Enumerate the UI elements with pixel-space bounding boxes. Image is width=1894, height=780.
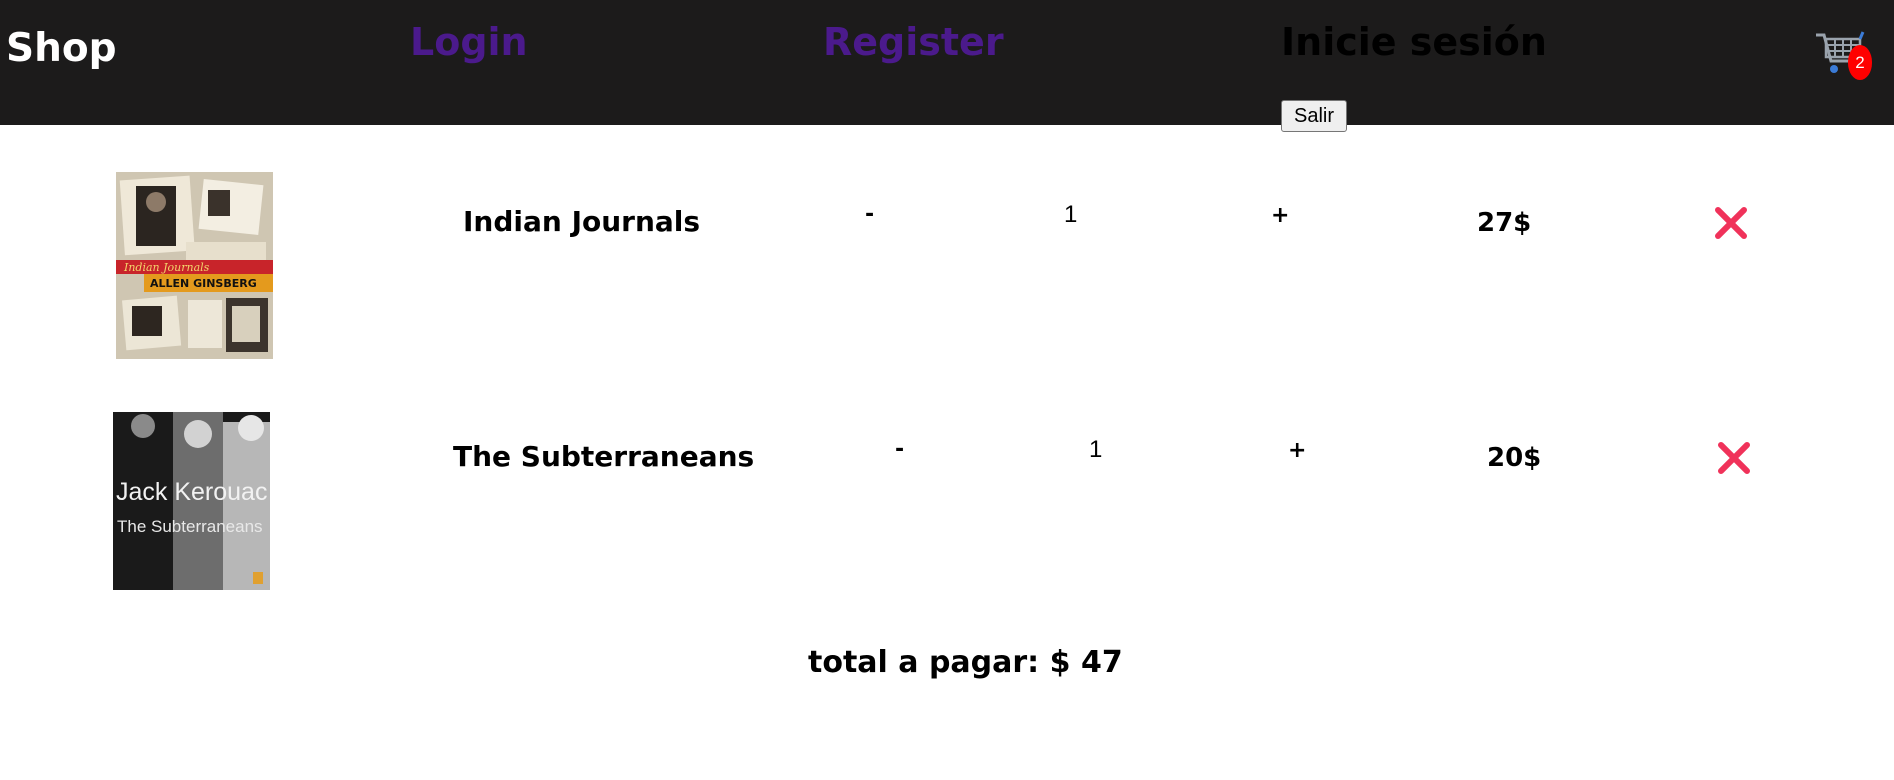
item-title: The Subterraneans [453,440,755,473]
total-label: total a pagar: [808,645,1040,680]
book-cover-image: Indian Journals ALLEN GINSBERG [116,172,273,359]
total-value: $ 47 [1049,645,1123,680]
increment-button[interactable]: + [1288,438,1306,463]
remove-item-icon[interactable] [1713,205,1749,241]
brand-logo[interactable]: Shop [6,26,117,71]
book-cover-image: Jack Kerouac The Subterraneans [113,412,270,590]
login-link[interactable]: Login [410,20,528,64]
remove-item-icon[interactable] [1716,440,1752,476]
register-link[interactable]: Register [823,20,1004,64]
item-title: Indian Journals [463,205,701,238]
item-price: 27$ [1477,208,1532,238]
increment-button[interactable]: + [1271,203,1289,228]
session-heading: Inicie sesión [1281,20,1547,64]
cart-count-badge: 2 [1848,45,1872,80]
decrement-button[interactable]: - [865,202,874,227]
cover-title-text: Indian Journals [123,261,210,274]
cart-total: total a pagar: $ 47 [808,645,1123,680]
quantity-value: 1 [1089,436,1103,463]
item-price: 20$ [1487,443,1542,473]
quantity-value: 1 [1064,201,1078,228]
decrement-button[interactable]: - [895,437,904,462]
logout-button[interactable]: Salir [1281,100,1347,132]
cover-author-text: ALLEN GINSBERG [150,277,257,290]
cover-author-text: Jack Kerouac [116,478,267,506]
top-navigation-bar: Shop Login Register Inicie sesión [0,0,1894,125]
cover-title-text: The Subterraneans [117,517,263,536]
